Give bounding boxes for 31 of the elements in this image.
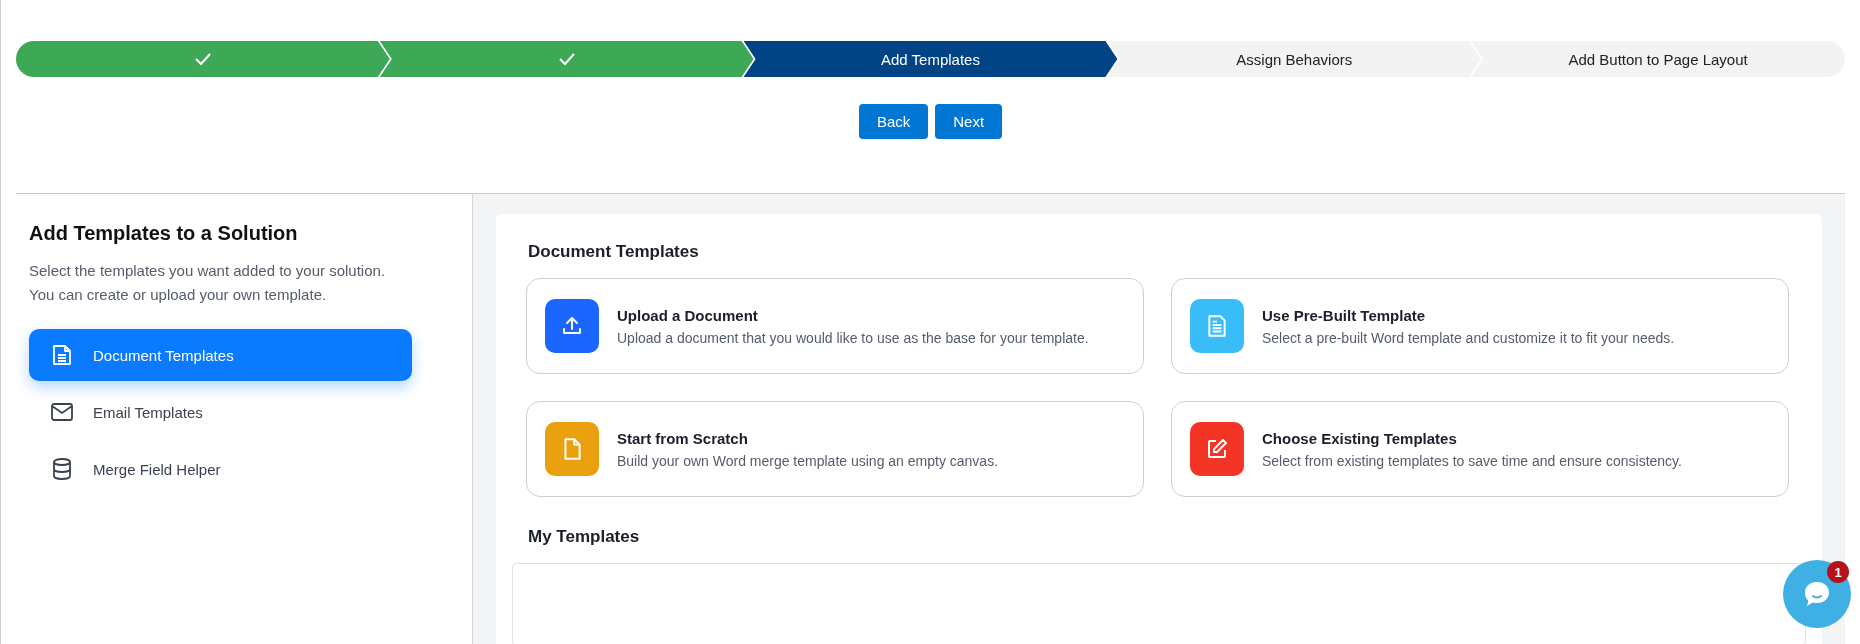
- progress-step: Assign Behaviors: [1107, 41, 1482, 77]
- sidebar-item[interactable]: Email Templates: [29, 386, 412, 438]
- card-description: Select from existing templates to save time and ensure consistency.: [1262, 452, 1682, 469]
- card-description: Select a pre-built Word template and customize it to fit your needs.: [1262, 329, 1675, 346]
- card-title: Start from Scratch: [617, 429, 749, 447]
- section-title: Document Templates: [528, 242, 699, 262]
- notification-badge: 1: [1827, 561, 1849, 583]
- sidebar-title: Add Templates to a Solution: [29, 222, 299, 245]
- sidebar-item[interactable]: Merge Field Helper: [29, 443, 412, 495]
- card-title: Use Pre-Built Template: [1262, 306, 1427, 324]
- nav-button[interactable]: Back: [858, 104, 929, 139]
- progress-step: Add Templates: [743, 41, 1118, 77]
- template-card[interactable]: Use Pre-Built Template Select a pre-built Word template and customize it to fit your needs.: [1171, 278, 1789, 374]
- progress-step: Add Button to Page Layout: [1471, 41, 1845, 77]
- card-title: Choose Existing Templates: [1262, 429, 1458, 447]
- template-card[interactable]: Choose Existing Templates Select from existing templates to save time and ensure consistency.: [1171, 401, 1789, 497]
- sidebar-description: Select the templates you want added to your solution. You can create or upload your own template.: [29, 261, 387, 305]
- document-icon: [51, 344, 73, 366]
- card-description: Upload a document that you would like to use as the base for your template.: [617, 329, 1089, 346]
- chat-icon: [1802, 579, 1832, 609]
- sidebar-item[interactable]: Document Templates: [29, 329, 412, 381]
- check-icon: [193, 52, 212, 66]
- template-card[interactable]: Start from Scratch Build your own Word merge template using an empty canvas.: [526, 401, 1144, 497]
- nav-button[interactable]: Next: [935, 104, 1003, 139]
- template-card[interactable]: Upload a Document Upload a document that you would like to use as the base for your template.: [526, 278, 1144, 374]
- check-icon: [557, 52, 576, 66]
- card-title: Upload a Document: [617, 306, 759, 324]
- database-icon: [51, 458, 73, 480]
- envelope-icon: [51, 403, 73, 421]
- card-description: Build your own Word merge template using an empty canvas.: [617, 452, 999, 469]
- section-title: My Templates: [528, 527, 640, 547]
